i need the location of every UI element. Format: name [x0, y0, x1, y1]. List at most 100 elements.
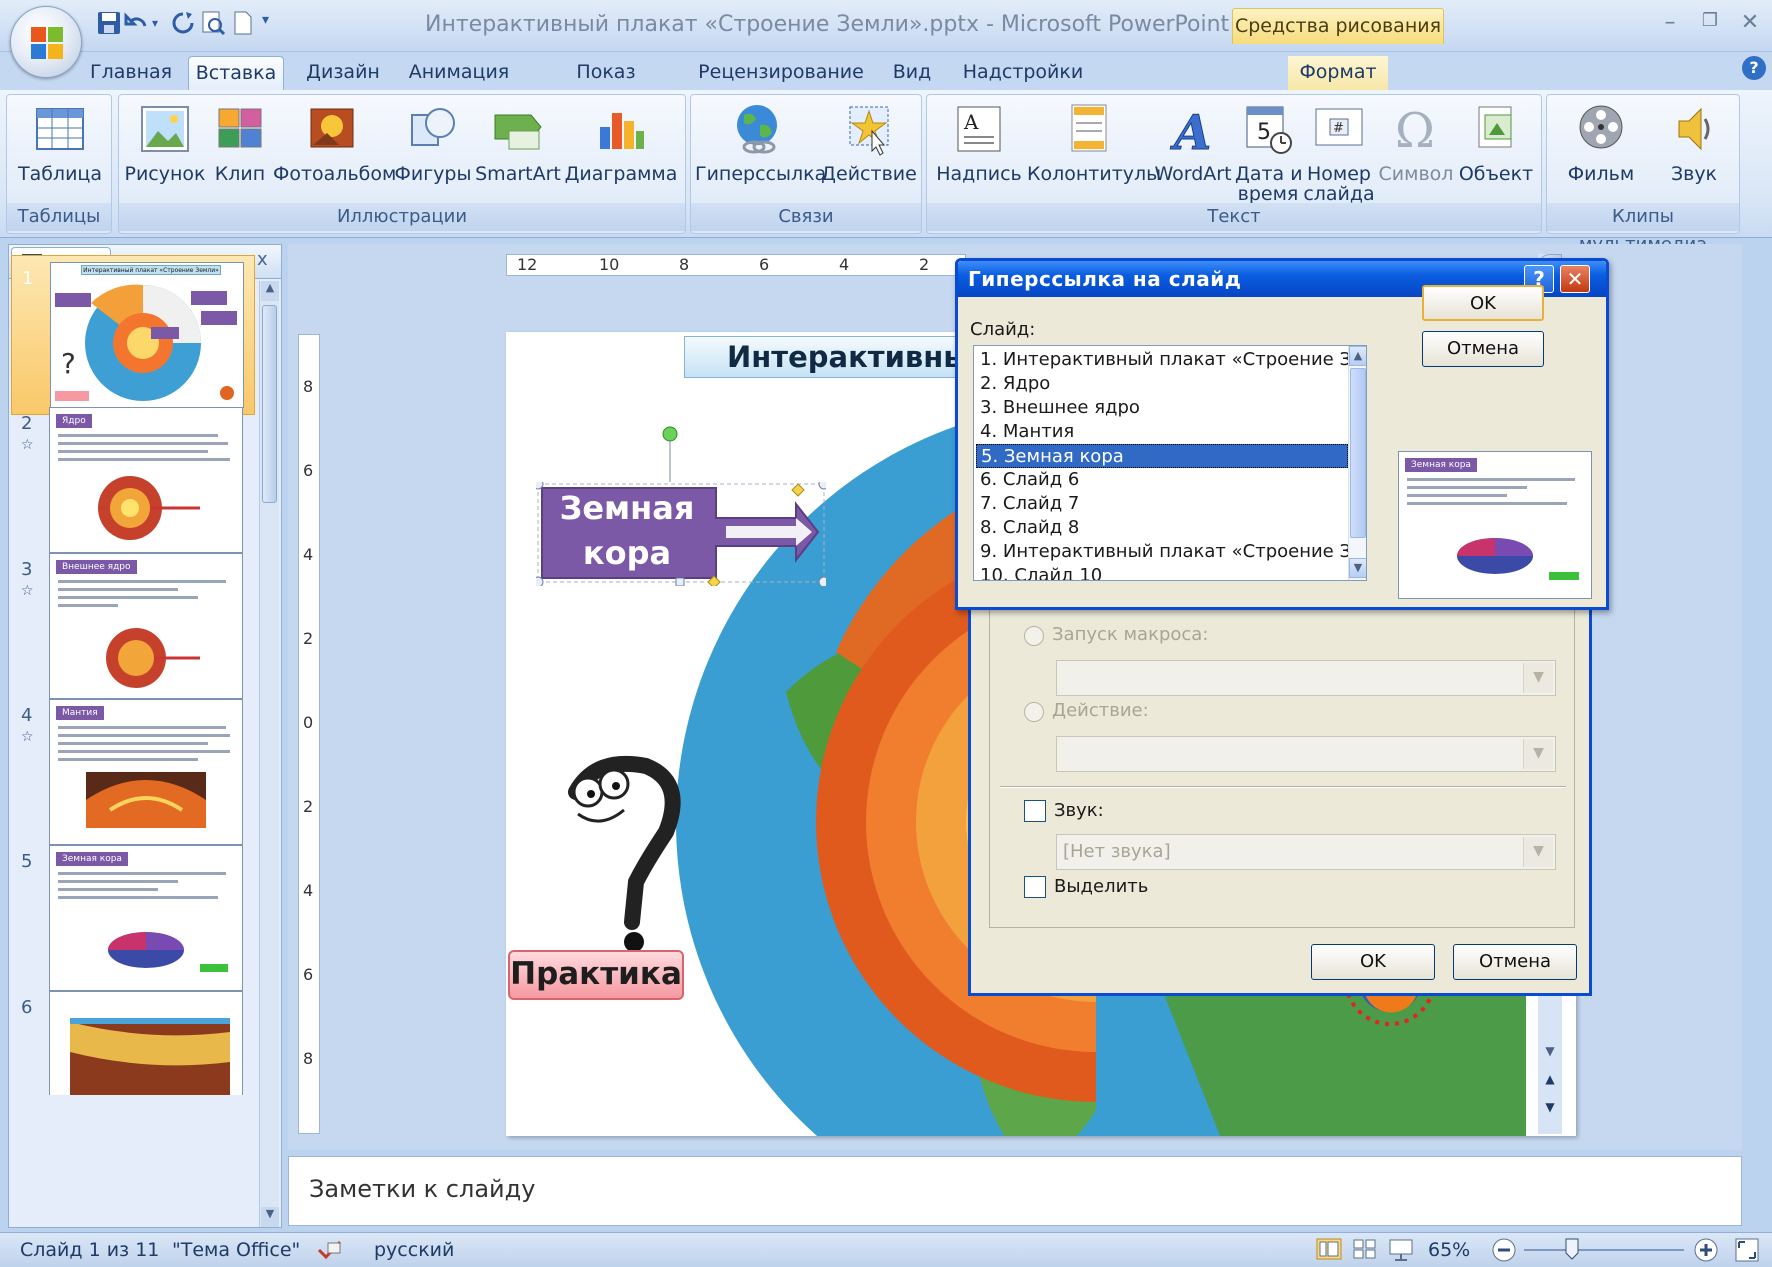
tab-insert[interactable]: Вставка: [188, 56, 284, 90]
chevron-down-icon[interactable]: ▼: [1523, 837, 1553, 867]
slide-thumbnail-5[interactable]: 5 Земная кора: [11, 839, 255, 999]
hyperlink-button[interactable]: Гиперссылка: [695, 95, 826, 207]
restore-button[interactable]: ❐: [1694, 10, 1726, 36]
customize-qat-icon[interactable]: ▾: [262, 12, 288, 38]
slide-thumbnail-3[interactable]: 3 ☆ Внешнее ядро: [11, 547, 255, 707]
slide-list-item-selected[interactable]: 5. Земная кора: [976, 444, 1348, 468]
minimize-button[interactable]: –: [1654, 10, 1686, 36]
datetime-label-1: Дата и: [1235, 163, 1303, 185]
next-slide-icon[interactable]: ▼: [1538, 1100, 1562, 1120]
photo-album-button[interactable]: Фотоальбом ▼: [273, 95, 396, 222]
zoom-in-icon[interactable]: [1692, 1236, 1720, 1267]
close-panel-icon[interactable]: x: [257, 249, 268, 270]
zoom-slider-thumb-icon[interactable]: [1564, 1237, 1580, 1266]
slides-panel-scrollbar[interactable]: ▲ ▼: [259, 281, 279, 1227]
tab-slideshow[interactable]: Показ слайдов: [534, 56, 678, 115]
run-macro-radio[interactable]: [1024, 626, 1044, 646]
slide-thumbnail-2[interactable]: 2 ☆ Ядро: [11, 401, 255, 561]
object-button[interactable]: Объект: [1455, 95, 1537, 207]
slide-list-item[interactable]: 4. Мантия: [976, 420, 1348, 444]
slide-list-item[interactable]: 1. Интерактивный плакат «Строение Зем.: [976, 348, 1348, 372]
tab-design[interactable]: Дизайн: [300, 56, 386, 90]
zoom-out-icon[interactable]: [1490, 1236, 1518, 1267]
slide-list-scrollbar[interactable]: ▲ ▼: [1348, 346, 1366, 580]
tab-home[interactable]: Главная: [90, 56, 172, 90]
movie-button[interactable]: Фильм ▼: [1551, 95, 1651, 222]
textbox-button[interactable]: A Надпись: [931, 95, 1027, 207]
macro-select[interactable]: ▼: [1056, 660, 1556, 696]
run-action-radio[interactable]: [1024, 702, 1044, 722]
slide-list-item[interactable]: 2. Ядро: [976, 372, 1348, 396]
zoom-level[interactable]: 65%: [1428, 1239, 1470, 1261]
save-icon[interactable]: [96, 10, 122, 36]
undo-icon[interactable]: [124, 10, 150, 36]
practice-button[interactable]: Практика: [508, 950, 684, 1000]
scroll-down-icon[interactable]: ▼: [1349, 558, 1366, 578]
language-indicator[interactable]: русский: [374, 1239, 454, 1261]
scroll-up-icon[interactable]: ▲: [1349, 346, 1366, 366]
wordart-button[interactable]: A WordArt ▼: [1151, 95, 1235, 223]
scroll-up-icon[interactable]: ▲: [261, 281, 279, 301]
table-button[interactable]: Таблица ▼: [7, 95, 113, 222]
theme-name[interactable]: "Тема Office": [172, 1239, 300, 1261]
scroll-thumb[interactable]: [262, 305, 277, 503]
slide-listbox[interactable]: 1. Интерактивный плакат «Строение Зем. 2…: [973, 345, 1367, 581]
fit-to-window-icon[interactable]: [1734, 1237, 1760, 1267]
normal-view-icon[interactable]: [1316, 1237, 1342, 1266]
notes-pane[interactable]: Заметки к слайду: [288, 1156, 1742, 1226]
datetime-button[interactable]: 5 Дата и время: [1235, 95, 1303, 207]
play-sound-checkbox[interactable]: [1024, 800, 1046, 822]
highlight-checkbox[interactable]: [1024, 876, 1046, 898]
tab-addins[interactable]: Надстройки: [958, 56, 1088, 90]
action-button[interactable]: Действие: [819, 95, 919, 207]
zoom-slider[interactable]: [1524, 1249, 1684, 1251]
redo-icon[interactable]: [170, 10, 196, 36]
sound-select[interactable]: [Нет звука] ▼: [1056, 834, 1556, 870]
object-icon: [1478, 106, 1512, 148]
slide-list-item[interactable]: 6. Слайд 6: [976, 468, 1348, 492]
sound-button[interactable]: Звук ▼: [1651, 95, 1737, 222]
slide-list-item[interactable]: 8. Слайд 8: [976, 516, 1348, 540]
symbol-button[interactable]: Ω Символ: [1377, 95, 1455, 207]
tab-view[interactable]: Вид: [884, 56, 940, 90]
scroll-thumb[interactable]: [1350, 368, 1366, 538]
hyperlink-ok-button[interactable]: OK: [1422, 285, 1544, 321]
dialog-close-button[interactable]: ✕: [1560, 265, 1590, 293]
action-ok-button[interactable]: OK: [1311, 944, 1435, 980]
clip-button[interactable]: Клип: [207, 95, 273, 207]
header-footer-button[interactable]: Колонтитулы: [1027, 95, 1161, 207]
slideshow-view-icon[interactable]: [1388, 1237, 1414, 1266]
slide-list-item[interactable]: 9. Интерактивный плакат «Строение Зем.: [976, 540, 1348, 564]
spellcheck-icon[interactable]: [316, 1239, 344, 1266]
picture-button[interactable]: Рисунок: [123, 95, 207, 207]
previous-slide-icon[interactable]: ▲: [1538, 1072, 1562, 1092]
slide-list-item[interactable]: 3. Внешнее ядро: [976, 396, 1348, 420]
tab-animation[interactable]: Анимация: [404, 56, 514, 90]
chart-button[interactable]: Диаграмма: [561, 95, 681, 207]
office-button[interactable]: [10, 6, 82, 78]
scroll-down-icon[interactable]: ▼: [1538, 1044, 1562, 1064]
slide-thumbnail-6[interactable]: 6: [11, 985, 255, 1095]
print-preview-icon[interactable]: [200, 10, 226, 36]
hyperlink-cancel-button[interactable]: Отмена: [1422, 331, 1544, 367]
chevron-down-icon[interactable]: ▼: [1523, 663, 1553, 693]
rotation-handle-icon[interactable]: [660, 424, 680, 484]
slide-number-button[interactable]: # Номер слайда: [1301, 95, 1377, 207]
shapes-button[interactable]: Фигуры ▼: [391, 95, 475, 222]
slide-thumbnail-4[interactable]: 4 ☆ Мантия: [11, 693, 255, 853]
tab-review[interactable]: Рецензирование: [696, 56, 866, 90]
help-icon[interactable]: ?: [1742, 56, 1766, 80]
close-window-button[interactable]: ✕: [1734, 10, 1766, 36]
tab-format[interactable]: Формат: [1288, 56, 1388, 90]
earth-crust-callout[interactable]: Земная кора: [536, 482, 826, 586]
new-document-icon[interactable]: [230, 10, 256, 36]
slide-list-item[interactable]: 10. Слайд 10: [976, 564, 1348, 580]
action-cancel-button[interactable]: Отмена: [1453, 944, 1577, 980]
scroll-down-icon[interactable]: ▼: [261, 1207, 279, 1227]
slide-thumbnail-1[interactable]: 1 Интерактивный плакат «Строение Земли» …: [11, 255, 255, 415]
chevron-down-icon[interactable]: ▼: [1523, 739, 1553, 769]
smartart-button[interactable]: SmartArt: [475, 95, 561, 207]
slide-sorter-view-icon[interactable]: [1352, 1237, 1378, 1266]
action-select[interactable]: ▼: [1056, 736, 1556, 772]
slide-list-item[interactable]: 7. Слайд 7: [976, 492, 1348, 516]
